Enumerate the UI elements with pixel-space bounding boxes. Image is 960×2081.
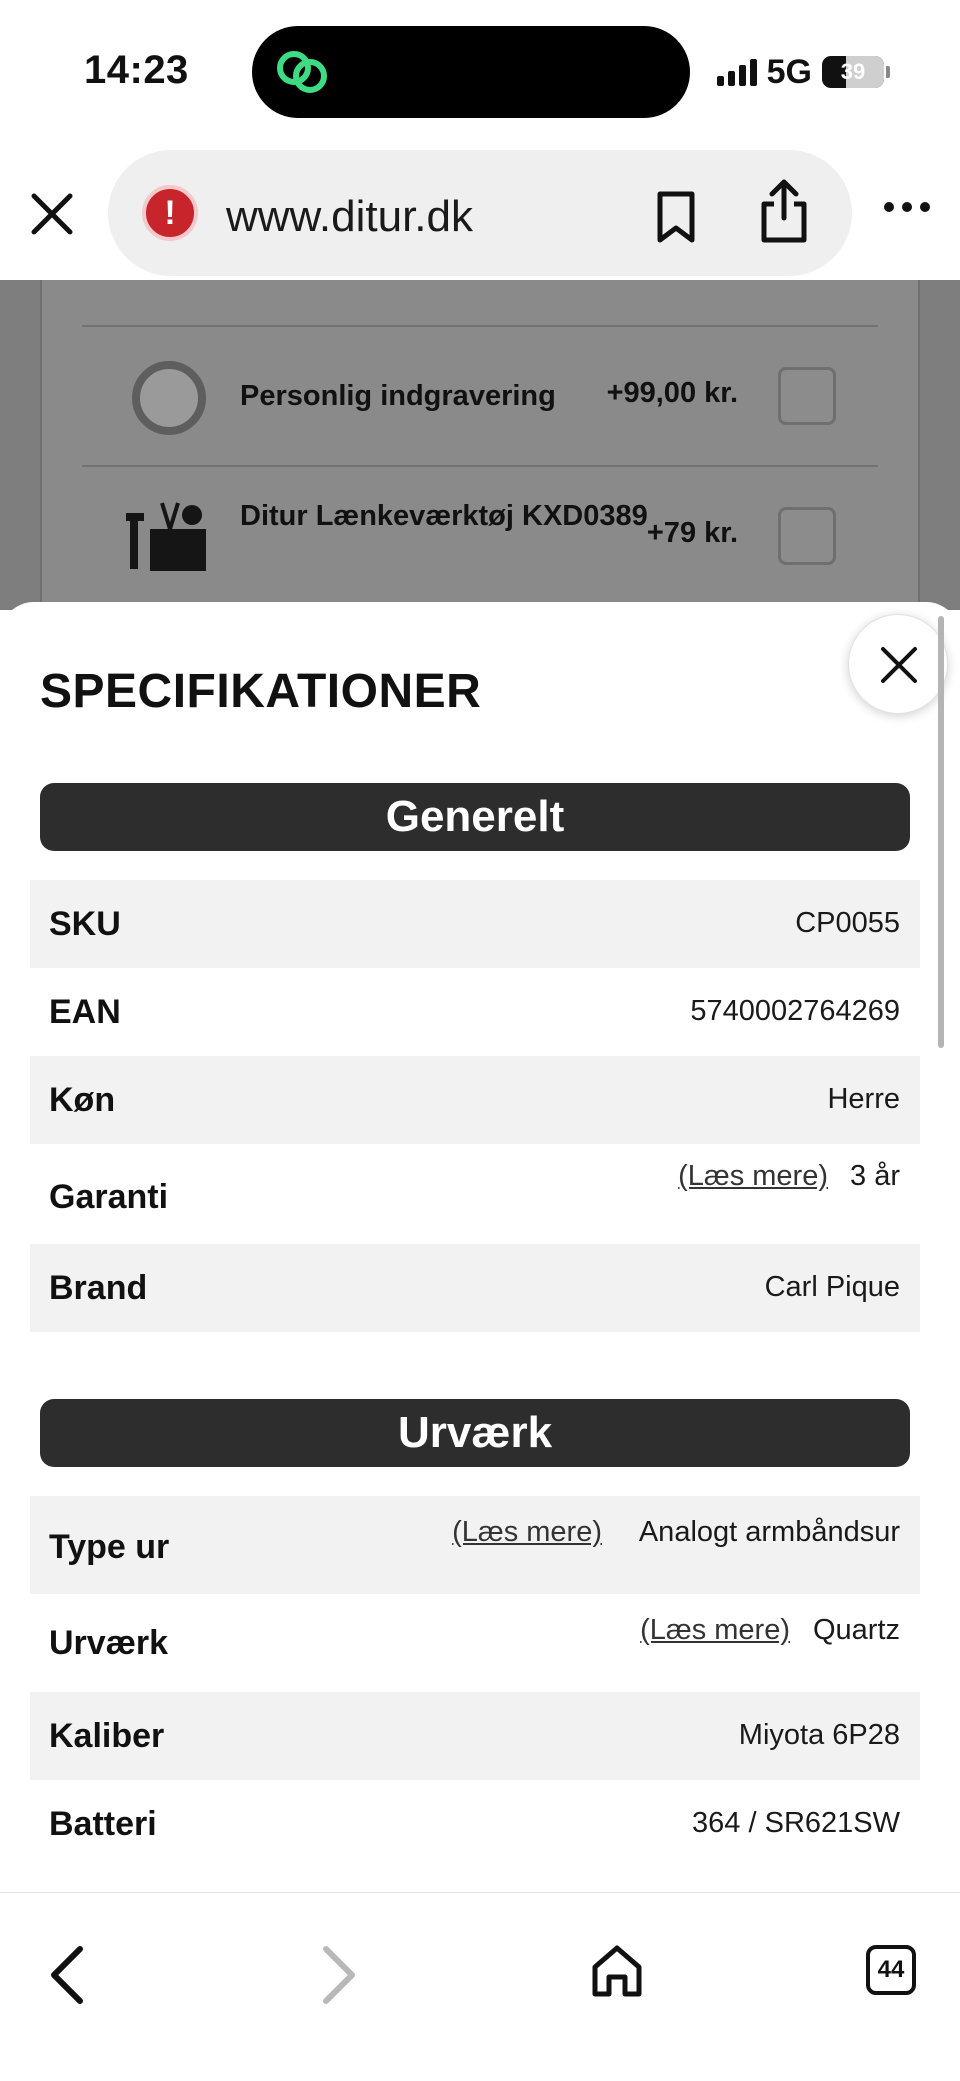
chevron-right-icon[interactable] — [318, 1945, 358, 2005]
spec-label: SKU — [49, 905, 121, 943]
spec-row-urvaerk: Urværk (Læs mere) Quartz — [30, 1594, 920, 1692]
spec-value: 364 / SR621SW — [692, 1807, 900, 1839]
addon-checkbox[interactable] — [778, 367, 836, 425]
link-rings-icon — [277, 51, 327, 93]
sheet-title: SPECIFIKATIONER — [40, 665, 482, 718]
section-header-urvaerk: Urværk — [40, 1399, 910, 1467]
spec-row-ean: EAN 5740002764269 — [30, 968, 920, 1056]
spec-label: EAN — [49, 993, 121, 1031]
spec-value: Analogt armbåndsur — [638, 1516, 900, 1548]
read-more-link[interactable]: (Læs mere) — [452, 1516, 602, 1549]
read-more-link[interactable]: (Læs mere) — [640, 1614, 790, 1647]
chevron-left-icon[interactable] — [48, 1945, 88, 2005]
status-indicators: 5G 39 — [716, 52, 890, 92]
network-type: 5G — [766, 52, 812, 91]
watch-thumbnail — [132, 361, 206, 435]
battery-percent: 39 — [840, 59, 866, 84]
spec-row-kon: Køn Herre — [30, 1056, 920, 1144]
addon-price: +99,00 kr. — [606, 377, 738, 409]
battery-icon: 39 — [822, 56, 884, 88]
spec-label: Kaliber — [49, 1717, 165, 1755]
spec-row-kaliber: Kaliber Miyota 6P28 — [30, 1692, 920, 1780]
dynamic-island — [252, 26, 690, 118]
spec-label: Garanti — [49, 1178, 169, 1216]
spec-value: Quartz — [812, 1614, 900, 1646]
addon-price: +79 kr. — [646, 517, 738, 549]
status-bar: 14:23 5G 39 — [0, 0, 960, 140]
background-page: Personlig indgravering +99,00 kr. Ditur … — [0, 280, 960, 610]
bookmark-icon[interactable] — [654, 190, 698, 244]
close-icon — [881, 647, 917, 683]
spec-label: Batteri — [49, 1805, 157, 1843]
spec-label: Køn — [49, 1081, 116, 1119]
spec-label: Type ur — [49, 1528, 170, 1566]
more-icon[interactable] — [884, 202, 930, 212]
url-text[interactable]: www.ditur.dk — [226, 192, 473, 242]
spec-row-batteri: Batteri 364 / SR621SW — [30, 1780, 920, 1868]
spec-value: 5740002764269 — [690, 995, 900, 1027]
spec-label: Brand — [49, 1269, 148, 1307]
read-more-link[interactable]: (Læs mere) — [678, 1160, 828, 1193]
browser-toolbar: ! www.ditur.dk — [0, 140, 960, 280]
spec-row-type-ur: Type ur (Læs mere) Analogt armbåndsur — [30, 1496, 920, 1594]
addon-checkbox[interactable] — [778, 507, 836, 565]
address-bar[interactable]: ! www.ditur.dk — [108, 150, 852, 276]
scrollbar[interactable] — [938, 616, 944, 1048]
spec-row-sku: SKU CP0055 — [30, 880, 920, 968]
spec-value: CP0055 — [795, 907, 900, 939]
spec-row-brand: Brand Carl Pique — [30, 1244, 920, 1332]
home-icon[interactable] — [590, 1943, 644, 1999]
close-icon[interactable] — [28, 190, 76, 238]
addon-label: Personlig indgravering — [240, 380, 556, 412]
addon-row: Personlig indgravering +99,00 kr. — [82, 325, 878, 465]
spec-label: Urværk — [49, 1624, 169, 1662]
signal-icon — [716, 58, 757, 86]
tools-thumbnail — [126, 502, 206, 571]
spec-value: Miyota 6P28 — [738, 1719, 900, 1751]
addon-row: Ditur Lænkeværktøj KXD0389 +79 kr. — [82, 465, 878, 605]
bottom-toolbar: 44 — [0, 1892, 960, 2081]
tabs-icon[interactable]: 44 — [866, 1945, 916, 1995]
battery-tip — [886, 66, 890, 78]
warning-icon[interactable]: ! — [142, 185, 198, 241]
spec-row-garanti: Garanti (Læs mere) 3 år — [30, 1144, 920, 1244]
close-sheet-button[interactable] — [848, 614, 948, 714]
status-time: 14:23 — [84, 48, 189, 92]
specifications-sheet: SPECIFIKATIONER Generelt SKU CP0055 EAN … — [0, 602, 960, 1892]
section-header-generelt: Generelt — [40, 783, 910, 851]
share-icon[interactable] — [758, 178, 810, 244]
spec-value: 3 år — [850, 1160, 900, 1192]
spec-value: Carl Pique — [764, 1271, 900, 1303]
addon-label: Ditur Lænkeværktøj KXD0389 — [240, 500, 648, 532]
spec-value: Herre — [827, 1083, 900, 1115]
